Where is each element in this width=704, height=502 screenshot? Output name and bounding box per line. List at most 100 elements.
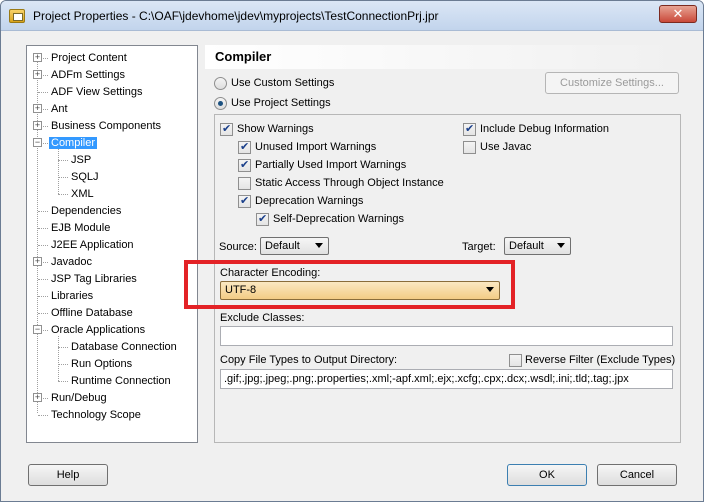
static-access-label[interactable]: Static Access Through Object Instance (255, 176, 444, 190)
tree-item[interactable]: Javadoc (49, 254, 94, 270)
tree-guide-line (38, 228, 48, 229)
use-custom-settings-label[interactable]: Use Custom Settings (231, 76, 334, 90)
tree-guide-line (38, 313, 48, 314)
tree-item[interactable]: Dependencies (49, 203, 123, 219)
ok-button[interactable]: OK (507, 464, 587, 486)
app-icon (9, 9, 25, 23)
tree-guide-line (38, 296, 48, 297)
expand-icon[interactable]: + (33, 53, 42, 62)
tree-guide-line (38, 92, 48, 93)
tree-item[interactable]: ADFm Settings (49, 67, 127, 83)
tree-item[interactable]: Database Connection (69, 339, 179, 355)
tree-item[interactable]: J2EE Application (49, 237, 136, 253)
unused-import-warnings-checkbox[interactable] (238, 140, 251, 154)
highlight-annotation-box (184, 260, 515, 309)
expand-icon[interactable]: + (33, 257, 42, 266)
tree-item[interactable]: Runtime Connection (69, 373, 173, 389)
target-label: Target: (462, 241, 496, 253)
use-project-settings-radio[interactable] (214, 97, 227, 110)
customize-settings-button[interactable]: Customize Settings... (545, 72, 679, 94)
tree-item-label: Run Options (71, 358, 133, 370)
close-icon: ✕ (672, 6, 684, 21)
show-warnings-checkbox[interactable] (220, 122, 233, 136)
tree-item[interactable]: Libraries (49, 288, 95, 304)
tree-guide-line (58, 336, 59, 381)
tree-item-label: SQLJ (71, 171, 99, 183)
tree-item[interactable]: Oracle Applications (49, 322, 147, 338)
tree-guide-line (58, 381, 68, 382)
tree-item[interactable]: Offline Database (49, 305, 135, 321)
tree-guide-line (58, 364, 68, 365)
tree-item-label: Offline Database (51, 307, 133, 319)
tree-guide-line (38, 279, 48, 280)
self-deprecation-warnings-checkbox[interactable] (256, 212, 269, 226)
settings-tree[interactable]: + Project Content + ADFm Settings ADF View S… (26, 45, 198, 443)
include-debug-info-label[interactable]: Include Debug Information (480, 122, 609, 136)
deprecation-warnings-checkbox[interactable] (238, 194, 251, 208)
unused-import-warnings-label[interactable]: Unused Import Warnings (255, 140, 376, 154)
tree-item[interactable]: Run/Debug (49, 390, 109, 406)
partially-used-import-warnings-checkbox[interactable] (238, 158, 251, 172)
tree-item-label: ADFm Settings (51, 69, 125, 81)
exclude-classes-input[interactable] (220, 326, 673, 346)
target-value: Default (509, 240, 544, 252)
include-debug-info-checkbox[interactable] (463, 122, 476, 136)
help-button[interactable]: Help (28, 464, 108, 486)
collapse-icon[interactable]: − (33, 138, 42, 147)
title-bar[interactable]: Project Properties - C:\OAF\jdevhome\jde… (1, 1, 703, 31)
source-value: Default (265, 240, 300, 252)
use-javac-checkbox[interactable] (463, 141, 476, 154)
show-warnings-label[interactable]: Show Warnings (237, 122, 314, 136)
use-custom-settings-radio[interactable] (214, 77, 227, 90)
tree-item-label: Ant (51, 103, 68, 115)
chevron-down-icon (315, 243, 323, 248)
expand-icon[interactable]: + (33, 121, 42, 130)
tree-item[interactable]: Technology Scope (49, 407, 143, 423)
source-select[interactable]: Default (260, 237, 329, 255)
tree-item[interactable]: Ant (49, 101, 70, 117)
reverse-filter-label[interactable]: Reverse Filter (Exclude Types) (525, 353, 675, 367)
close-button[interactable]: ✕ (659, 5, 697, 23)
window-title: Project Properties - C:\OAF\jdevhome\jde… (33, 9, 439, 23)
tree-item-label: EJB Module (51, 222, 111, 234)
use-project-settings-label[interactable]: Use Project Settings (231, 96, 331, 110)
tree-item-label: XML (71, 188, 94, 200)
tree-item[interactable]: JSP Tag Libraries (49, 271, 139, 287)
reverse-filter-checkbox[interactable] (509, 354, 522, 367)
tree-item[interactable]: Business Components (49, 118, 163, 134)
tree-guide-line (38, 415, 48, 416)
tree-item-label: JSP Tag Libraries (51, 273, 137, 285)
exclude-classes-label: Exclude Classes: (220, 312, 305, 324)
use-javac-label[interactable]: Use Javac (480, 140, 531, 154)
tree-item-label: Run/Debug (51, 392, 107, 404)
tree-item[interactable]: JSP (69, 152, 93, 168)
self-deprecation-warnings-label[interactable]: Self-Deprecation Warnings (273, 212, 404, 226)
copy-file-types-label: Copy File Types to Output Directory: (220, 354, 398, 366)
tree-item-label: Business Components (51, 120, 162, 132)
tree-item[interactable]: SQLJ (69, 169, 101, 185)
target-select[interactable]: Default (504, 237, 571, 255)
copy-file-types-input[interactable]: .gif;.jpg;.jpeg;.png;.properties;.xml;-a… (220, 369, 673, 389)
tree-item[interactable]: ADF View Settings (49, 84, 145, 100)
tree-item[interactable]: Project Content (49, 50, 129, 66)
tree-item-label: Compiler (49, 137, 98, 149)
chevron-down-icon (557, 243, 565, 248)
tree-item[interactable]: Run Options (69, 356, 134, 372)
deprecation-warnings-label[interactable]: Deprecation Warnings (255, 194, 363, 208)
tree-item[interactable]: EJB Module (49, 220, 112, 236)
expand-icon[interactable]: + (33, 70, 42, 79)
tree-item-label: Database Connection (71, 341, 177, 353)
tree-guide-line (38, 245, 48, 246)
cancel-button[interactable]: Cancel (597, 464, 677, 486)
collapse-icon[interactable]: − (33, 325, 42, 334)
expand-icon[interactable]: + (33, 104, 42, 113)
tree-item-label: Technology Scope (51, 409, 141, 421)
tree-guide-line (58, 160, 68, 161)
tree-item[interactable]: Compiler (49, 135, 98, 151)
tree-item-label: J2EE Application (51, 239, 134, 251)
static-access-checkbox[interactable] (238, 177, 251, 190)
partially-used-import-warnings-label[interactable]: Partially Used Import Warnings (255, 158, 406, 172)
project-properties-dialog: Project Properties - C:\OAF\jdevhome\jde… (0, 0, 704, 502)
expand-icon[interactable]: + (33, 393, 42, 402)
tree-item[interactable]: XML (69, 186, 96, 202)
